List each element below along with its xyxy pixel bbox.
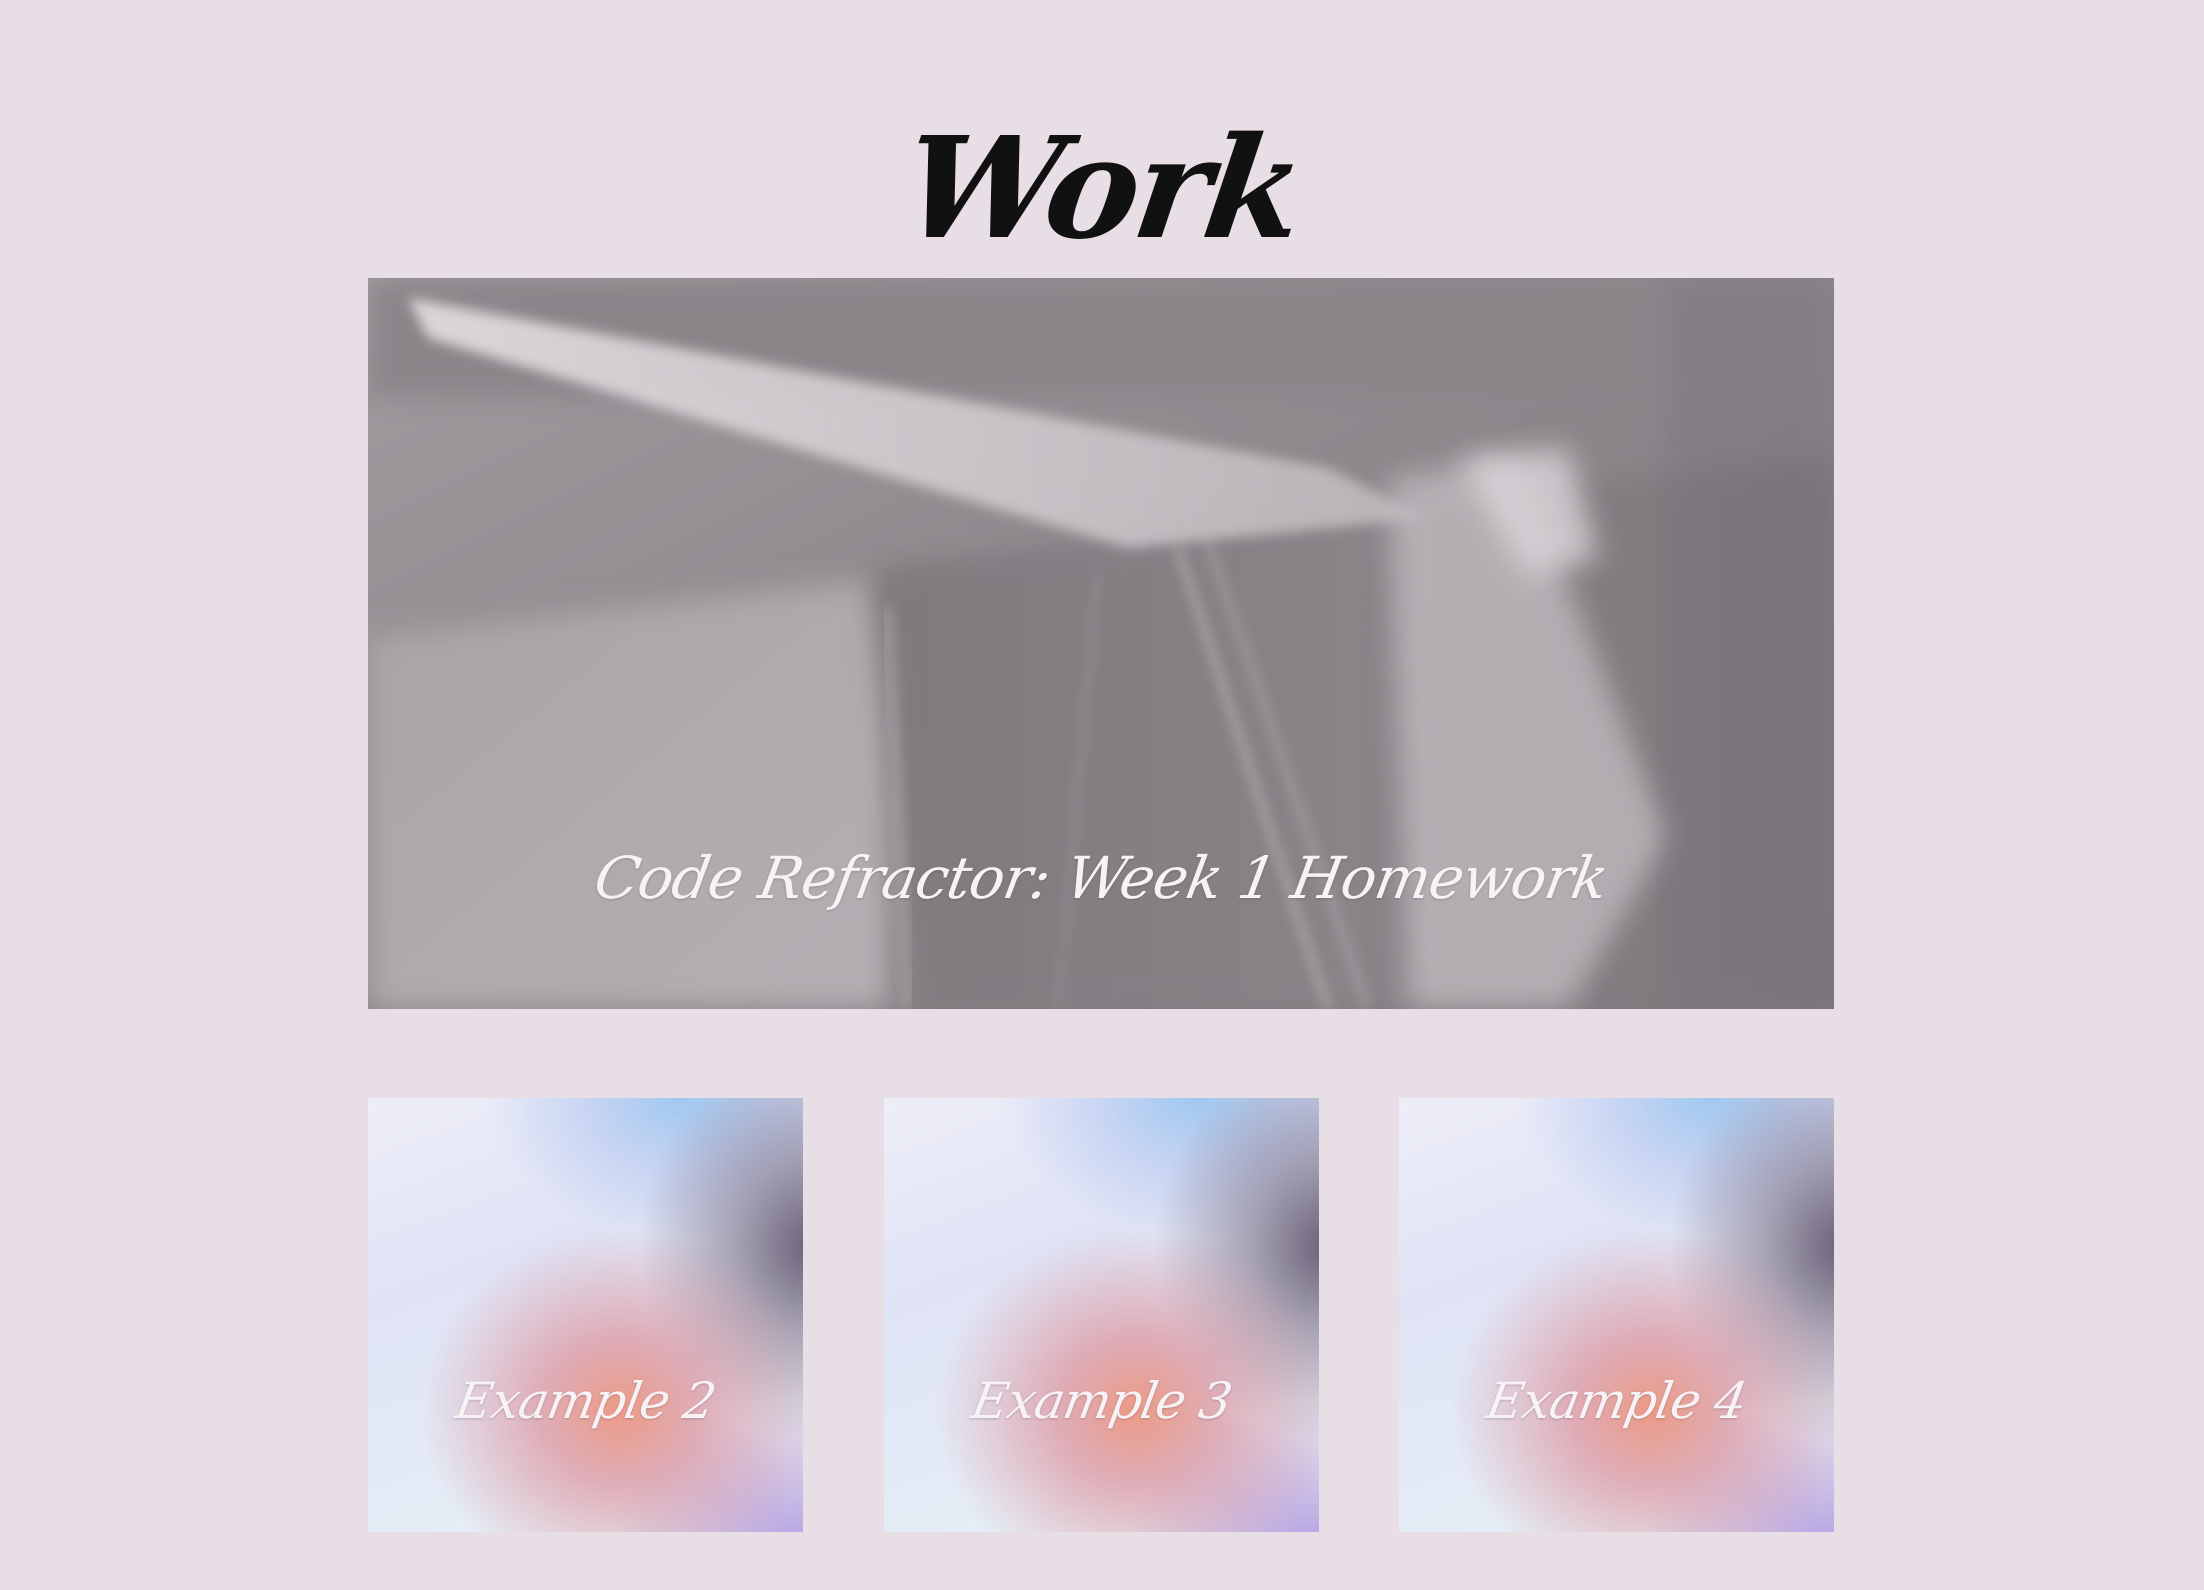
page-title: Work — [893, 106, 1311, 271]
project-tile-image — [368, 1098, 803, 1532]
project-tile-image — [884, 1098, 1319, 1532]
featured-project-title: Code Refractor: Week 1 Homework — [589, 844, 1613, 912]
project-tile-example-4[interactable]: Example 4 — [1399, 1098, 1834, 1532]
project-tile-title: Example 2 — [451, 1372, 720, 1430]
project-tile-title: Example 3 — [967, 1372, 1236, 1430]
project-tile-example-3[interactable]: Example 3 — [884, 1098, 1319, 1532]
project-tile-title: Example 4 — [1482, 1372, 1751, 1430]
project-tile-example-2[interactable]: Example 2 — [368, 1098, 803, 1532]
featured-project-card[interactable]: Code Refractor: Week 1 Homework — [368, 278, 1834, 1009]
project-tile-image — [1399, 1098, 1834, 1532]
